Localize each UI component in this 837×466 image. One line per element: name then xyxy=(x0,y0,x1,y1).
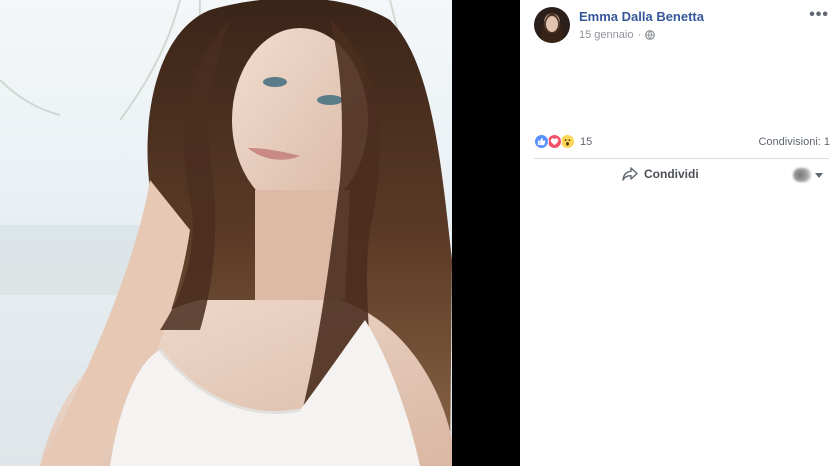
avatar-image xyxy=(534,7,570,43)
wow-reaction-icon xyxy=(560,134,575,149)
avatar[interactable] xyxy=(534,7,570,43)
meta-separator: · xyxy=(637,29,642,41)
reaction-count[interactable]: 15 xyxy=(580,136,592,148)
like-reaction-icon xyxy=(534,134,549,149)
post-date[interactable]: 15 gennaio xyxy=(579,29,633,41)
audience-avatar xyxy=(793,168,811,182)
photo-viewer xyxy=(0,0,520,466)
share-audience-selector[interactable] xyxy=(793,168,823,182)
chevron-down-icon xyxy=(815,172,823,178)
reactions-summary[interactable]: 15 xyxy=(534,134,592,149)
share-arrow-icon xyxy=(622,167,638,181)
shares-count[interactable]: Condivisioni: 1 xyxy=(758,136,830,148)
ellipsis-icon[interactable]: ••• xyxy=(809,7,829,23)
share-label: Condividi xyxy=(644,167,699,181)
author-name[interactable]: Emma Dalla Benetta xyxy=(579,9,704,24)
post-meta: 15 gennaio · xyxy=(579,29,656,41)
share-button[interactable]: Condividi xyxy=(622,167,699,181)
love-reaction-icon xyxy=(547,134,562,149)
divider xyxy=(534,158,829,159)
post-photo[interactable] xyxy=(0,0,452,466)
post-panel: Emma Dalla Benetta 15 gennaio · ••• 15 C… xyxy=(520,0,837,466)
globe-icon[interactable] xyxy=(645,30,656,40)
portrait-image xyxy=(0,0,452,466)
